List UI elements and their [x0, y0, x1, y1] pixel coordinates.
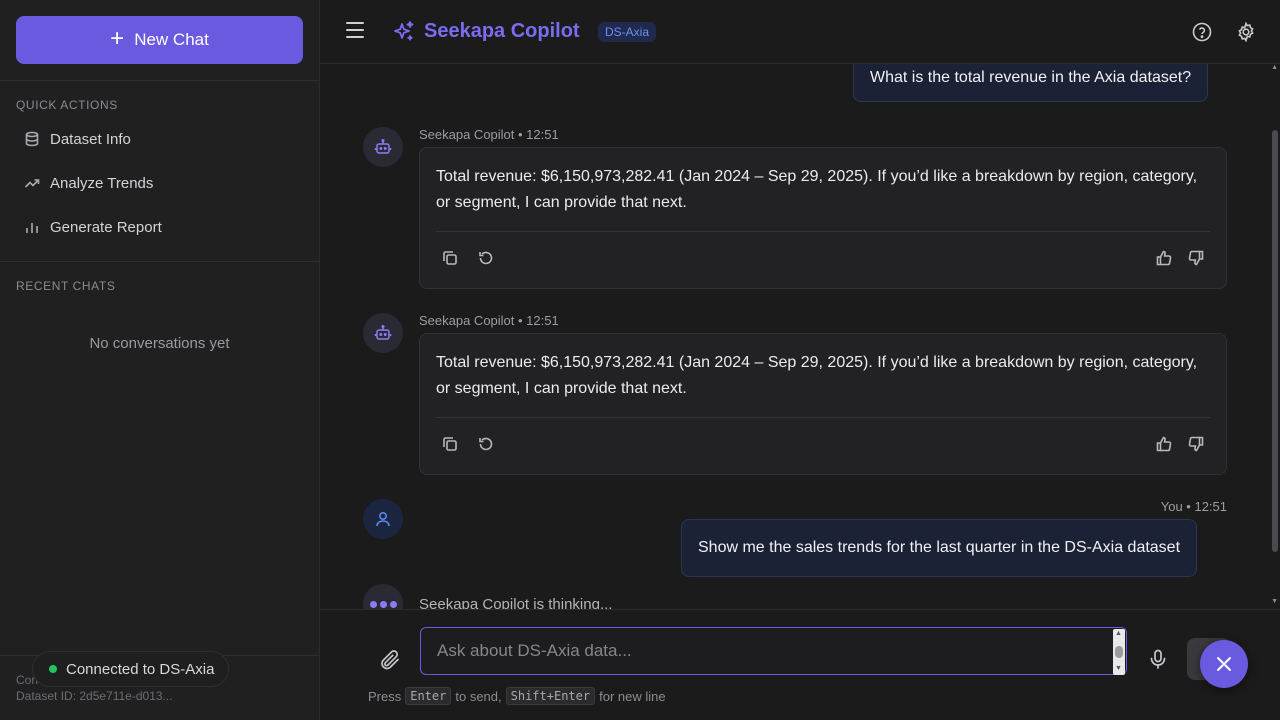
paperclip-icon[interactable] — [378, 648, 402, 672]
card-divider — [436, 417, 1210, 418]
trending-up-icon — [24, 179, 40, 188]
message-input[interactable] — [421, 628, 1111, 674]
help-icon[interactable] — [1192, 22, 1212, 42]
database-icon — [25, 131, 39, 147]
keyboard-hint: Press Enter to send, Shift+Enter for new… — [368, 687, 666, 705]
copy-icon[interactable] — [441, 249, 459, 267]
quick-actions-heading: QUICK ACTIONS — [16, 98, 118, 112]
recent-chats-empty: No conversations yet — [89, 335, 230, 352]
card-divider — [436, 231, 1210, 232]
message-meta: You • 12:51 — [1160, 499, 1227, 514]
scroll-up-icon[interactable]: ▲ — [1115, 630, 1122, 637]
message-input-wrapper: ▲ ▼ — [420, 627, 1127, 675]
dataset-id: Dataset ID: 2d5e711e-d013... — [16, 689, 173, 703]
thumbs-up-icon[interactable] — [1155, 435, 1173, 453]
sidebar-item-label: Dataset Info — [50, 130, 131, 148]
sidebar-item-dataset-info[interactable]: Dataset Info — [16, 121, 304, 157]
dataset-badge: DS-Axia — [598, 22, 657, 42]
message-text: Show me the sales trends for the last qu… — [698, 539, 1181, 556]
typing-indicator-icon — [363, 584, 403, 609]
chat-scrollbar[interactable]: ▲ ▼ — [1270, 64, 1280, 609]
microphone-icon[interactable] — [1147, 648, 1169, 670]
user-message: What is the total revenue in the Axia da… — [853, 64, 1209, 102]
close-button[interactable] — [1200, 640, 1248, 688]
bar-chart-icon — [26, 223, 38, 233]
shift-enter-key-badge: Shift+Enter — [505, 687, 596, 705]
scroll-down-icon[interactable]: ▼ — [1271, 598, 1278, 605]
assistant-avatar — [363, 313, 403, 353]
regenerate-icon[interactable] — [477, 249, 495, 267]
user-icon — [376, 511, 390, 527]
assistant-avatar — [363, 127, 403, 167]
scrollbar-thumb[interactable] — [1272, 130, 1278, 552]
top-header: Seekapa Copilot DS-Axia — [320, 0, 1280, 64]
message-text: Total revenue: $6,150,973,282.41 (Jan 20… — [436, 168, 1198, 211]
thinking-status: Seekapa Copilot is thinking... — [419, 596, 613, 609]
user-avatar — [363, 499, 403, 539]
message-composer: ▲ ▼ Press Enter to send, Shift+Enter for… — [320, 609, 1280, 720]
connection-status-text: Connected to DS-Axia — [66, 660, 215, 678]
sparkle-logo-icon — [394, 21, 414, 41]
message-meta: Seekapa Copilot • 12:51 — [419, 313, 559, 328]
menu-icon[interactable] — [346, 22, 366, 42]
status-dot-icon — [49, 665, 57, 673]
hint-text: Press — [368, 688, 402, 704]
enter-key-badge: Enter — [405, 687, 452, 705]
assistant-message: Total revenue: $6,150,973,282.41 (Jan 20… — [419, 147, 1227, 289]
user-message: Show me the sales trends for the last qu… — [681, 519, 1198, 577]
connection-status-toast: Connected to DS-Axia — [32, 651, 229, 687]
copy-icon[interactable] — [441, 435, 459, 453]
close-icon — [1217, 657, 1231, 671]
hint-text: for new line — [599, 688, 666, 704]
sidebar-item-label: Generate Report — [50, 218, 162, 236]
robot-icon — [374, 324, 392, 340]
sidebar-divider — [0, 80, 319, 81]
thumbs-down-icon[interactable] — [1187, 435, 1205, 453]
sidebar-item-generate-report[interactable]: Generate Report — [16, 209, 304, 245]
message-meta: Seekapa Copilot • 12:51 — [419, 127, 559, 142]
message-text: What is the total revenue in the Axia da… — [870, 69, 1192, 86]
thumbs-up-icon[interactable] — [1155, 249, 1173, 267]
recent-chats-heading: RECENT CHATS — [16, 279, 116, 293]
sidebar: + New Chat QUICK ACTIONS Dataset Info An… — [0, 0, 320, 720]
plus-icon: + — [110, 25, 125, 52]
scrollbar-thumb[interactable] — [1115, 646, 1123, 658]
assistant-message: Total revenue: $6,150,973,282.41 (Jan 20… — [419, 333, 1227, 475]
hint-text: to send, — [455, 688, 502, 704]
scroll-down-icon[interactable]: ▼ — [1115, 665, 1122, 672]
regenerate-icon[interactable] — [477, 435, 495, 453]
sidebar-item-label: Analyze Trends — [50, 174, 154, 192]
app-title: Seekapa Copilot — [424, 20, 580, 42]
new-chat-button[interactable]: + New Chat — [16, 16, 303, 64]
input-scrollbar[interactable]: ▲ ▼ — [1113, 629, 1125, 675]
new-chat-label: New Chat — [134, 30, 209, 49]
sidebar-item-analyze-trends[interactable]: Analyze Trends — [16, 165, 304, 201]
sidebar-divider — [0, 261, 319, 262]
chat-messages: ▲ ▼ What is the total revenue in the Axi… — [320, 64, 1280, 609]
scroll-up-icon[interactable]: ▲ — [1271, 64, 1278, 71]
robot-icon — [374, 138, 392, 154]
settings-gear-icon[interactable] — [1236, 22, 1256, 42]
message-text: Total revenue: $6,150,973,282.41 (Jan 20… — [436, 354, 1198, 397]
thumbs-down-icon[interactable] — [1187, 249, 1205, 267]
